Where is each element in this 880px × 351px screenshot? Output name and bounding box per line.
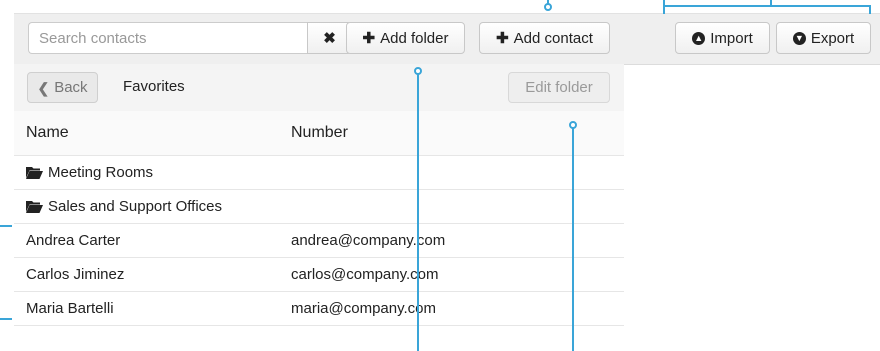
- callout-line: [869, 5, 871, 14]
- table-row[interactable]: Sales and Support Offices: [14, 190, 624, 224]
- callout-line: [0, 318, 12, 320]
- callout-line: [0, 225, 12, 227]
- callout-line: [770, 0, 772, 6]
- row-name: Andrea Carter: [26, 232, 121, 249]
- row-name: Meeting Rooms: [48, 164, 154, 181]
- close-icon: ✖: [323, 29, 336, 47]
- folder-bar: ❮ Back Favorites Edit folder: [14, 64, 624, 112]
- plus-icon: ✚: [362, 29, 376, 47]
- row-number: maria@company.com: [291, 300, 436, 317]
- table-row[interactable]: Meeting Rooms: [14, 156, 624, 190]
- circle-up-arrow-icon: ▲: [692, 31, 706, 45]
- callout-line: [417, 72, 419, 351]
- callout-dot: [569, 121, 577, 129]
- callout-line: [663, 0, 665, 14]
- callout-line: [572, 126, 574, 351]
- column-header-number: Number: [291, 124, 348, 141]
- folder-open-icon: [26, 201, 43, 213]
- plus-icon: ✚: [496, 29, 509, 47]
- table-row[interactable]: Maria Bartelli maria@company.com: [14, 292, 624, 326]
- contacts-panel: ❮ Back Favorites Edit folder Name Number…: [14, 64, 624, 351]
- row-name: Carlos Jiminez: [26, 266, 125, 283]
- row-name: Sales and Support Offices: [48, 198, 222, 215]
- contacts-toolbar: ✖ ✚ Add folder ✚ Add contact ▲ Import ▼ …: [14, 13, 880, 65]
- column-header-name: Name: [26, 124, 69, 141]
- search-input[interactable]: [28, 22, 307, 54]
- edit-folder-button[interactable]: Edit folder: [508, 72, 610, 103]
- search-group: ✖: [28, 22, 352, 54]
- folder-title: Favorites: [123, 78, 185, 95]
- callout-dot: [414, 67, 422, 75]
- folder-open-icon: [26, 167, 43, 179]
- table-header: Name Number: [14, 111, 624, 156]
- table-row[interactable]: Andrea Carter andrea@company.com: [14, 224, 624, 258]
- export-button[interactable]: ▼ Export: [776, 22, 871, 54]
- row-number: andrea@company.com: [291, 232, 446, 249]
- back-button[interactable]: ❮ Back: [27, 72, 98, 103]
- callout-dot: [544, 3, 552, 11]
- add-contact-button[interactable]: ✚ Add contact: [479, 22, 610, 54]
- add-folder-button[interactable]: ✚ Add folder: [346, 22, 465, 54]
- callout-line: [663, 5, 871, 7]
- row-name: Maria Bartelli: [26, 300, 114, 317]
- import-button[interactable]: ▲ Import: [675, 22, 770, 54]
- chevron-left-icon: ❮: [37, 79, 50, 96]
- circle-down-arrow-icon: ▼: [792, 31, 806, 45]
- table-row[interactable]: Carlos Jiminez carlos@company.com: [14, 258, 624, 292]
